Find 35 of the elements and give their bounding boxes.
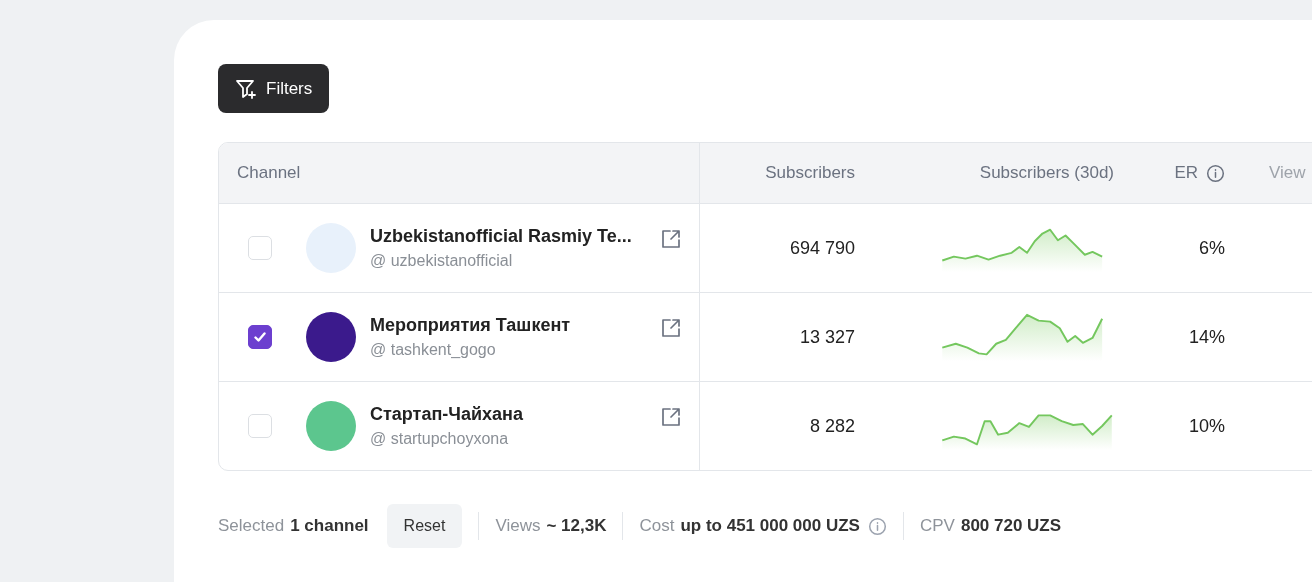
column-header: Subscribers (30d) xyxy=(979,163,1114,183)
cpv-label: CPV xyxy=(919,516,955,536)
channel-handle: @ startupchoyxona xyxy=(370,430,510,448)
external-link-icon[interactable] xyxy=(660,317,682,339)
check-icon xyxy=(252,329,268,345)
cost-value: up to 451 000 000 UZS xyxy=(680,516,860,536)
column-header: Channel xyxy=(237,163,301,183)
column-header: Subscribers xyxy=(765,163,855,183)
filters-button[interactable]: Filters xyxy=(218,64,330,113)
selected-count: 1 channel xyxy=(290,516,369,536)
er-value: 6% xyxy=(1199,237,1225,259)
info-icon[interactable] xyxy=(1206,163,1225,183)
external-link-icon[interactable] xyxy=(660,406,682,428)
channel-handle: @ tashkent_gogo xyxy=(370,341,497,359)
channel-name[interactable]: Мероприятия Ташкент xyxy=(370,315,660,336)
row-checkbox[interactable] xyxy=(248,325,272,349)
channel-name[interactable]: Uzbekistanofficial Rasmiy Te... xyxy=(370,226,660,247)
channel-name[interactable]: Стартап-Чайхана xyxy=(370,404,660,425)
info-icon[interactable] xyxy=(867,516,887,536)
subscribers-count: 694 790 xyxy=(789,237,855,259)
channel-handle: @ uzbekistanofficial xyxy=(370,252,514,270)
filter-plus-icon xyxy=(235,77,257,100)
er-value: 14% xyxy=(1188,326,1225,348)
subscribers-count: 13 327 xyxy=(799,326,855,348)
cost-label: Cost xyxy=(639,516,675,536)
er-value: 10% xyxy=(1188,415,1225,437)
external-link-icon[interactable] xyxy=(660,228,682,250)
column-header: ER xyxy=(1174,163,1198,183)
cpv-value: 800 720 UZS xyxy=(960,516,1062,536)
selected-label: Selected xyxy=(218,516,285,536)
views-value: ~ 12,3K xyxy=(546,516,607,536)
reset-button[interactable]: Reset xyxy=(386,504,463,548)
column-header: View xyxy=(1269,163,1306,182)
views-label: Views xyxy=(495,516,541,536)
subscribers-count: 8 282 xyxy=(809,415,855,437)
